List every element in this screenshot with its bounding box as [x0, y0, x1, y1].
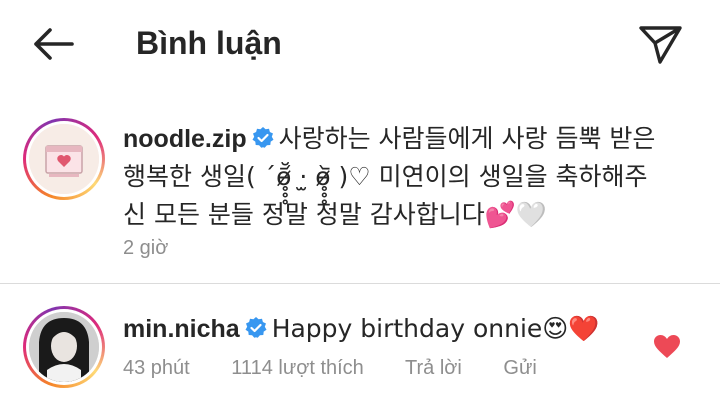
profile-picture-icon	[29, 124, 99, 194]
username[interactable]: min.nicha	[123, 315, 240, 343]
back-button[interactable]	[28, 22, 76, 66]
likes-count-link[interactable]: 1114 lượt thích	[231, 357, 364, 379]
comment-text-block: min.nicha Happy birthday onnie😍❤️	[123, 310, 663, 348]
verified-badge-icon	[245, 317, 267, 338]
page-title: Bình luận	[136, 25, 282, 61]
like-button[interactable]	[653, 334, 681, 360]
comment-text: Happy birthday onnie😍❤️	[271, 314, 600, 343]
avatar	[29, 124, 99, 194]
comment-row: min.nicha Happy birthday onnie😍❤️ 43 phú…	[0, 296, 720, 406]
timestamp: 43 phút	[123, 357, 190, 379]
comment-meta: 43 phút 1114 lượt thích Trả lời Gửi	[123, 354, 573, 382]
story-ring[interactable]	[23, 306, 105, 388]
caption-meta: 2 giờ	[123, 234, 204, 262]
verified-badge-icon	[252, 127, 274, 148]
username[interactable]: noodle.zip	[123, 125, 247, 153]
heart-filled-icon	[654, 335, 680, 358]
avatar	[29, 312, 99, 382]
profile-picture-icon	[29, 312, 99, 382]
caption-comment: noodle.zip 사랑하는 사람들에게 사랑 듬뿍 받은 행복한 생일( ´…	[0, 112, 720, 272]
top-bar: Bình luận	[0, 0, 720, 88]
send-button[interactable]: Gửi	[503, 357, 536, 379]
divider	[0, 283, 720, 284]
caption-text-block: noodle.zip 사랑하는 사람들에게 사랑 듬뿍 받은 행복한 생일( ´…	[123, 120, 663, 234]
share-button[interactable]	[636, 22, 684, 66]
arrow-left-icon	[34, 28, 74, 60]
paper-plane-icon	[639, 26, 682, 64]
story-ring[interactable]	[23, 118, 105, 200]
timestamp: 2 giờ	[123, 237, 169, 259]
reply-button[interactable]: Trả lời	[405, 357, 462, 379]
